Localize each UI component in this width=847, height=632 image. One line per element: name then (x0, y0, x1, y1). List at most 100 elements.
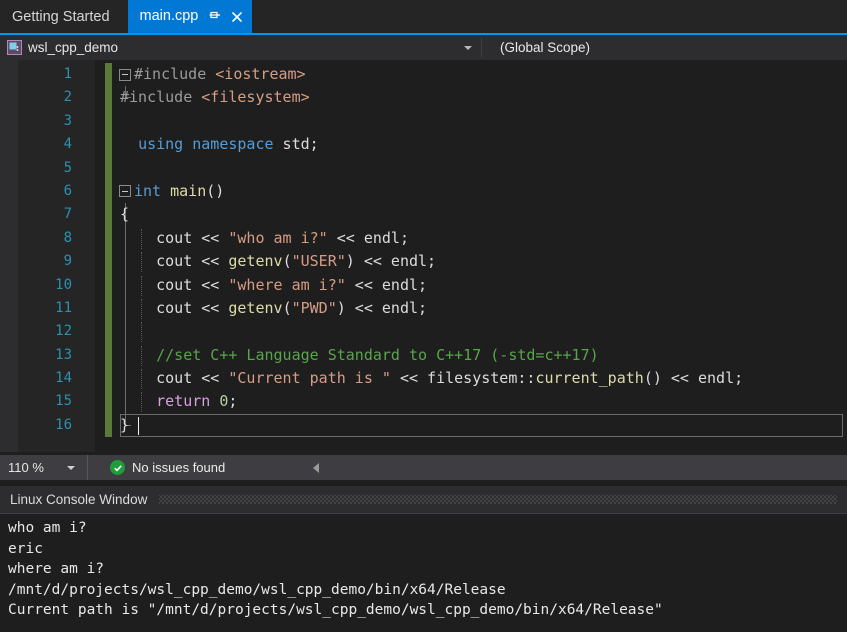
code-line[interactable]: 8 cout << "who am i?" << endl; (0, 226, 847, 251)
change-indicator-bar (105, 320, 112, 344)
code-token: cout << (120, 228, 229, 247)
code-text[interactable]: using namespace std; (120, 133, 319, 156)
project-name: wsl_cpp_demo (28, 40, 119, 55)
code-token: ( (282, 252, 292, 271)
code-line[interactable]: 6 int main() (0, 179, 847, 204)
code-text[interactable]: //set C++ Language Standard to C++17 (-s… (120, 344, 599, 367)
code-token: << endl; (345, 275, 428, 294)
code-line[interactable]: 5 (0, 156, 847, 180)
line-number: 5 (63, 159, 72, 176)
code-line[interactable]: 4 using namespace std; (0, 133, 847, 157)
code-token: } (120, 415, 130, 434)
console-output[interactable]: who am i? eric where am i? /mnt/d/projects/… (0, 514, 847, 632)
line-number: 9 (63, 253, 72, 270)
line-number: 10 (55, 276, 72, 293)
code-text[interactable]: cout << getenv("USER") << endl; (120, 250, 436, 273)
line-number: 11 (55, 299, 72, 316)
code-token: << endl; (327, 228, 409, 247)
collapse-region-button[interactable] (119, 68, 131, 81)
code-line[interactable]: 7{ (0, 203, 847, 227)
line-number: 2 (63, 89, 72, 106)
panel-drag-handle[interactable] (159, 495, 837, 504)
change-indicator-bar (105, 133, 112, 157)
scope-label: (Global Scope) (500, 40, 591, 55)
code-token: std; (273, 135, 319, 154)
code-text[interactable]: cout << getenv("PWD") << endl; (120, 297, 427, 320)
change-indicator-bar (105, 296, 112, 321)
close-icon[interactable] (230, 10, 244, 24)
code-line[interactable]: 13 //set C++ Language Standard to C++17 … (0, 343, 847, 368)
tab-label: main.cpp (139, 8, 199, 25)
code-token: ( (282, 298, 292, 317)
code-text[interactable]: cout << "who am i?" << endl; (120, 227, 409, 250)
collapse-region-button[interactable] (119, 185, 131, 198)
code-text[interactable]: #include <iostream> (134, 63, 306, 86)
line-number: 15 (55, 393, 72, 410)
code-token: #include (120, 88, 202, 107)
line-number: 12 (55, 323, 72, 340)
code-token: "where am i?" (228, 275, 346, 294)
code-line[interactable]: 9 cout << getenv("USER") << endl; (0, 250, 847, 274)
console-panel-header[interactable]: Linux Console Window (0, 486, 847, 514)
code-text[interactable]: { (120, 203, 129, 226)
navigation-bar: wsl_cpp_demo (Global Scope) (0, 33, 847, 60)
pin-icon[interactable] (207, 10, 221, 24)
code-token: "who am i?" (228, 228, 328, 247)
code-editor[interactable]: 1 #include <iostream> 2 #include <filesyste… (0, 60, 847, 452)
fold-guide-line (125, 320, 126, 344)
scope-selector-dropdown[interactable]: (Global Scope) (482, 35, 847, 60)
code-text[interactable]: } (120, 414, 129, 437)
line-number: 16 (55, 416, 72, 433)
code-token: <iostream> (215, 65, 306, 83)
code-line[interactable]: 1 #include <iostream> (0, 63, 847, 87)
change-indicator-bar (105, 109, 112, 134)
left-triangle-icon[interactable] (313, 462, 320, 473)
current-line-highlight (120, 413, 843, 438)
line-number: 3 (63, 112, 72, 129)
chevron-down-icon[interactable] (464, 45, 472, 50)
code-token: { (120, 205, 130, 224)
code-text[interactable]: cout << "where am i?" << endl; (120, 274, 427, 297)
code-token: cout << (120, 298, 229, 317)
code-token: return (156, 392, 211, 411)
tab-getting-started[interactable]: Getting Started (0, 1, 128, 33)
chevron-down-icon[interactable] (67, 465, 75, 470)
console-line: Current path is "/mnt/d/projects/wsl_cpp… (8, 602, 663, 619)
code-text[interactable]: cout << "Current path is " << filesystem… (120, 367, 743, 390)
code-line[interactable]: 14 cout << "Current path is " << filesys… (0, 367, 847, 391)
code-token: () << endl; (643, 369, 744, 388)
code-token: current_path (535, 369, 644, 388)
console-line: /mnt/d/projects/wsl_cpp_demo/wsl_cpp_dem… (8, 581, 506, 598)
zoom-level-dropdown[interactable]: 110 % (0, 455, 88, 480)
console-panel-title: Linux Console Window (10, 492, 148, 507)
code-line[interactable]: 11 cout << getenv("PWD") << endl; (0, 296, 847, 321)
visual-studio-editor-window: Getting Started main.cpp wsl_cpp_demo (G… (0, 0, 847, 632)
code-token: ) << endl; (336, 298, 428, 317)
code-token: using (138, 135, 184, 154)
code-token: "USER" (291, 252, 346, 271)
code-text[interactable]: return 0; (120, 390, 237, 413)
code-text[interactable]: int main() (134, 180, 224, 203)
code-token: getenv (228, 252, 283, 271)
issues-status[interactable]: No issues found (110, 460, 225, 475)
change-indicator-bar (105, 273, 112, 297)
code-line[interactable]: 12 (0, 320, 847, 344)
change-indicator-bar (105, 367, 112, 391)
project-selector-dropdown[interactable]: wsl_cpp_demo (0, 35, 481, 60)
code-token: () (206, 181, 225, 200)
code-line[interactable]: 16} (0, 413, 847, 438)
code-line[interactable]: 2 #include <filesystem> (0, 86, 847, 110)
code-line[interactable]: 15 return 0; (0, 390, 847, 414)
code-line[interactable]: 10 cout << "where am i?" << endl; (0, 273, 847, 297)
code-token: << filesystem:: (390, 369, 536, 388)
change-indicator-bar (105, 343, 112, 368)
code-line[interactable]: 3 (0, 109, 847, 134)
code-token: "Current path is " (228, 369, 391, 388)
code-token: "PWD" (291, 298, 337, 317)
tab-main-cpp[interactable]: main.cpp (127, 0, 253, 33)
code-text[interactable]: #include <filesystem> (120, 86, 310, 109)
